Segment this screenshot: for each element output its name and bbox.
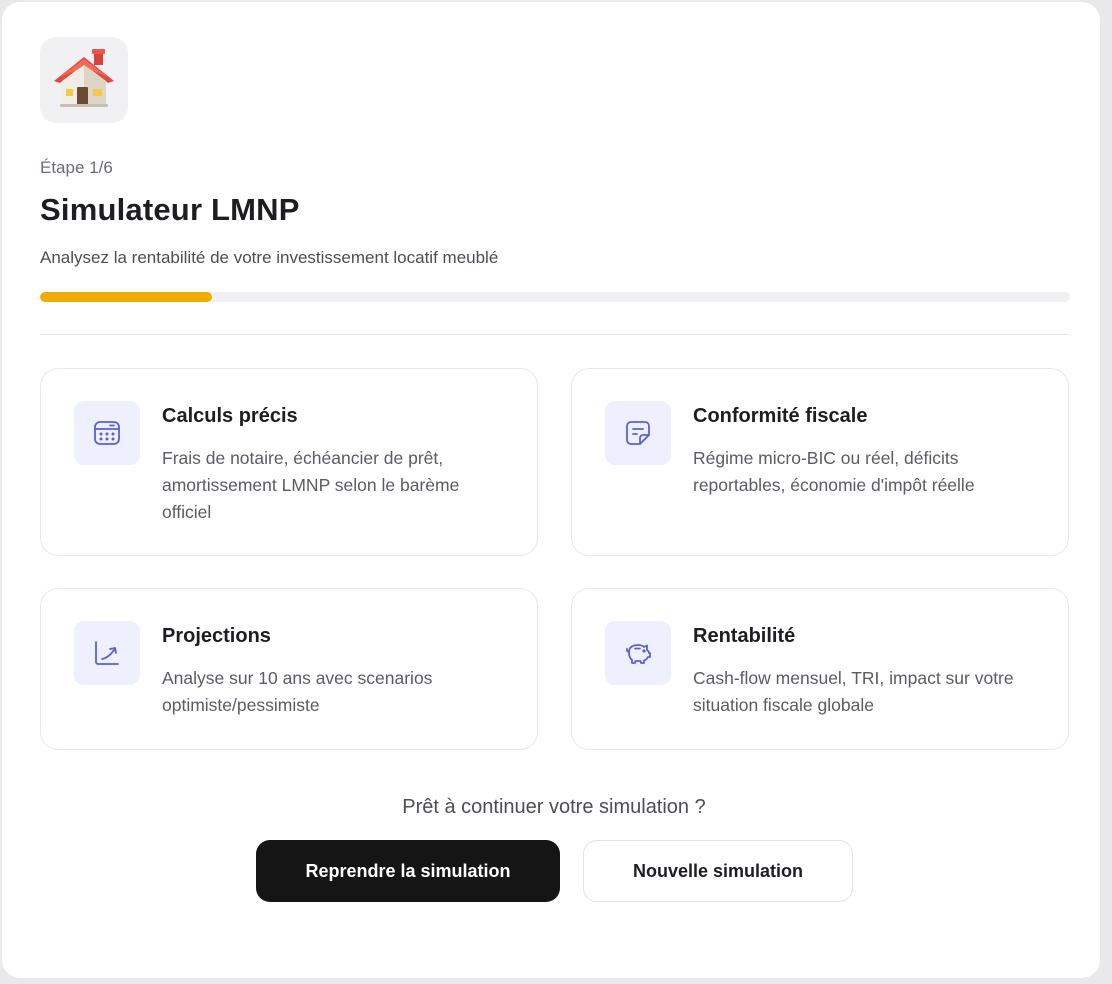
feature-title: Rentabilité: [693, 625, 796, 647]
divider: [40, 334, 1070, 335]
page-subtitle: Analysez la rentabilité de votre investi…: [40, 248, 499, 267]
logo-tile: [40, 37, 128, 123]
feature-title: Projections: [162, 625, 271, 647]
continue-prompt: Prêt à continuer votre simulation ?: [402, 796, 706, 818]
feature-card-calculs: Calculs précis Frais de notaire, échéanc…: [40, 368, 538, 556]
page-title: Simulateur LMNP: [40, 192, 300, 227]
calculator-icon: [94, 421, 120, 445]
feature-card-rentabilite: Rentabilité Cash-flow mensuel, TRI, impa…: [571, 588, 1069, 750]
step-indicator: Étape 1/6: [40, 158, 113, 177]
feature-description: Frais de notaire, échéancier de prêt, am…: [162, 448, 460, 522]
progress-fill: [40, 292, 212, 302]
feature-description: Analyse sur 10 ans avec scenarios optimi…: [162, 668, 433, 715]
piggy-bank-icon: [625, 644, 651, 664]
trend-chart-icon: [95, 641, 119, 665]
new-simulation-button[interactable]: Nouvelle simulation: [583, 840, 853, 902]
feature-card-projections: Projections Analyse sur 10 ans avec scen…: [40, 588, 538, 750]
feature-description: Cash-flow mensuel, TRI, impact sur votre…: [693, 668, 1014, 715]
document-icon: [626, 421, 650, 445]
feature-icon-tile: [74, 401, 140, 465]
resume-simulation-button[interactable]: Reprendre la simulation: [256, 840, 560, 902]
simulator-card: Étape 1/6 Simulateur LMNP Analysez la re…: [2, 2, 1100, 978]
feature-icon-tile: [74, 621, 140, 685]
feature-icon-tile: [605, 401, 671, 465]
progress-bar: [40, 292, 1070, 302]
feature-title: Conformité fiscale: [693, 405, 868, 427]
feature-description: Régime micro-BIC ou réel, déficits repor…: [693, 448, 975, 495]
feature-icon-tile: [605, 621, 671, 685]
feature-card-conformite: Conformité fiscale Régime micro-BIC ou r…: [571, 368, 1069, 556]
house-icon: [54, 49, 114, 107]
feature-title: Calculs précis: [162, 405, 298, 427]
